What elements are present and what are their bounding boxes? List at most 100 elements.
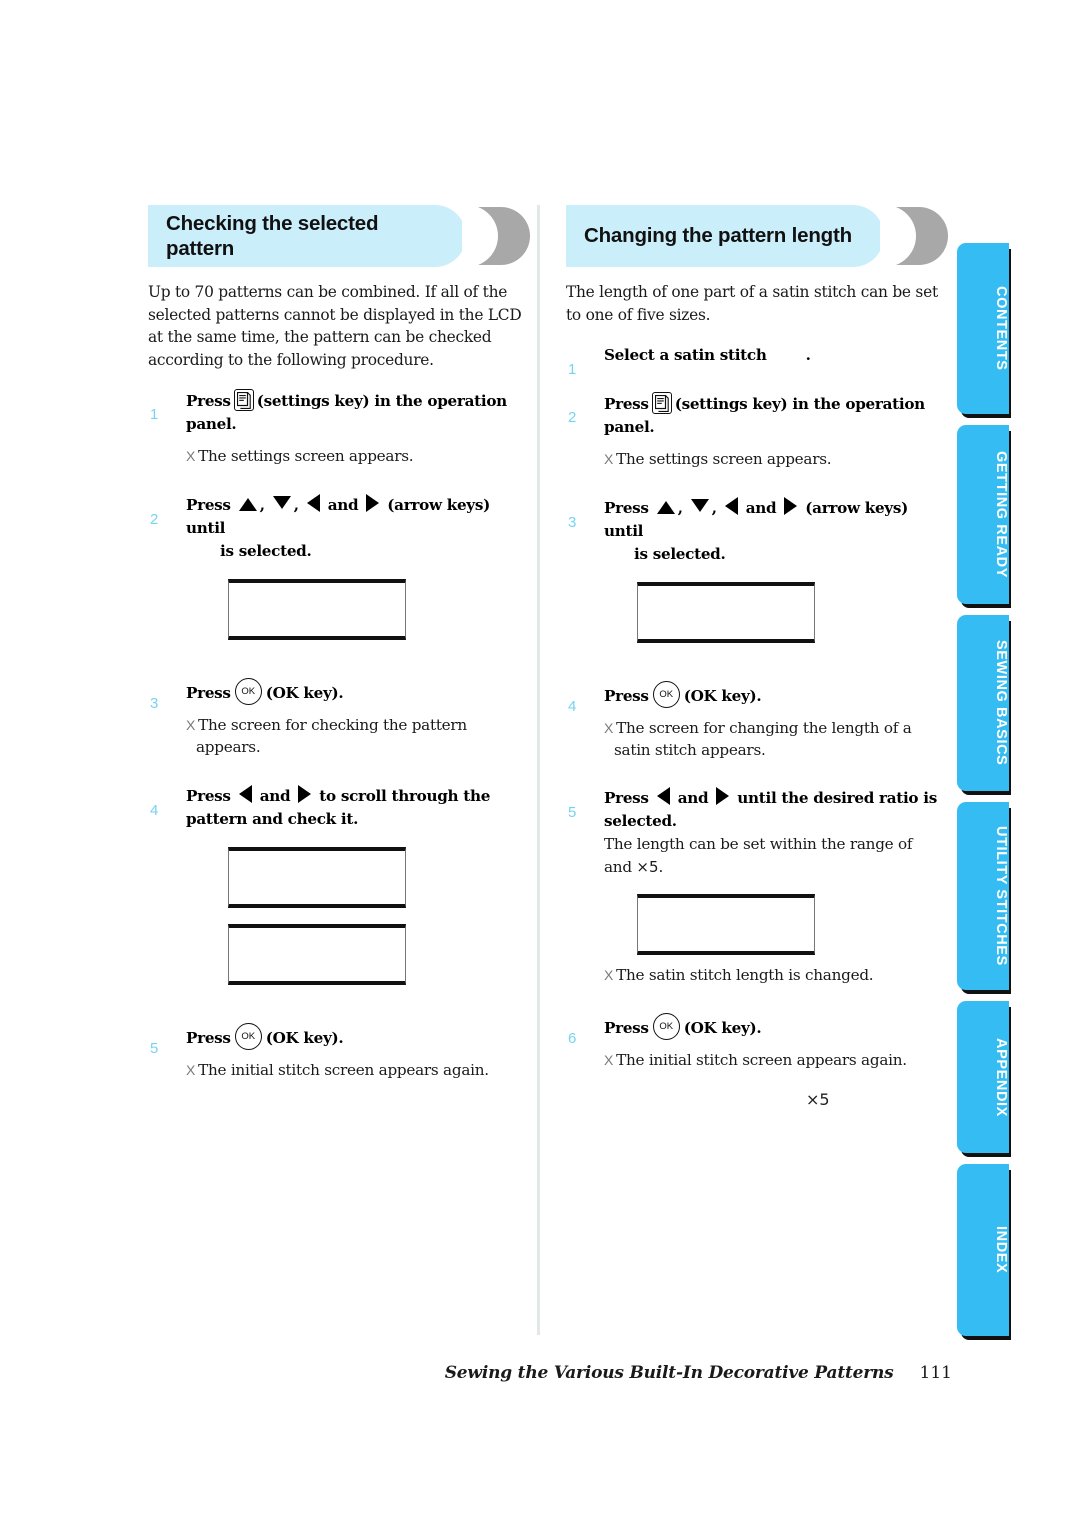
step-heading: Press and until the desired ratio is sel… bbox=[604, 787, 948, 833]
ok-key-icon: OK bbox=[234, 677, 262, 705]
arrow-left-icon bbox=[724, 496, 738, 515]
footer-page-number: 111 bbox=[919, 1363, 952, 1383]
tab-sewing-basics-label: SEWING BASICS bbox=[993, 640, 1009, 766]
arrow-up-icon bbox=[656, 500, 675, 514]
tab-appendix[interactable]: APPENDIX bbox=[957, 1001, 1009, 1153]
step-result: X The screen for checking the pattern app… bbox=[186, 714, 530, 759]
step-head-text-2: (OK key). bbox=[683, 686, 762, 705]
step-heading: Press and to scroll through the pattern … bbox=[186, 784, 530, 831]
result-mark-icon: X bbox=[186, 1061, 196, 1078]
step-head-text: Press bbox=[604, 789, 649, 808]
ok-key-label: OK bbox=[659, 1020, 674, 1032]
step-result: X The settings screen appears. bbox=[604, 448, 948, 470]
step-head-text-2: (OK key). bbox=[683, 1018, 762, 1037]
step-head-text-2: (OK key). bbox=[265, 1028, 344, 1047]
lcd-illustration bbox=[637, 581, 815, 643]
step-heading: Press , , and (arrow keys) until is sele… bbox=[604, 496, 948, 566]
tab-getting-ready[interactable]: GETTING READY bbox=[957, 425, 1009, 604]
step-head-and: and bbox=[745, 498, 777, 517]
step-number: 2 bbox=[150, 510, 159, 528]
tab-index[interactable]: INDEX bbox=[957, 1164, 1009, 1336]
step-number: 4 bbox=[568, 697, 577, 715]
step-head-text-2: to scroll through the bbox=[319, 786, 491, 805]
step-number: 5 bbox=[568, 804, 577, 822]
step-right-3: 3 Press , , and (arrow keys) until is se… bbox=[566, 496, 948, 643]
step-result: X The settings screen appears. bbox=[186, 445, 530, 467]
settings-key-icon bbox=[233, 389, 254, 412]
result-mark-icon: X bbox=[604, 967, 614, 984]
left-column: Checking the selected pattern Up to 70 p… bbox=[148, 205, 530, 1085]
step-head-comma-2: , bbox=[711, 498, 717, 517]
step-heading: Press OK (OK key). bbox=[186, 1022, 530, 1050]
intro-paragraph-left: Up to 70 patterns can be combined. If al… bbox=[148, 283, 522, 369]
step-note-line2-after: . bbox=[658, 857, 664, 876]
step-number: 5 bbox=[150, 1039, 159, 1057]
tab-contents-label: CONTENTS bbox=[993, 286, 1009, 371]
step-left-2: 2 Press , , and (arrow keys) until is se… bbox=[148, 493, 530, 640]
page-title-right: Changing the pattern length bbox=[584, 205, 884, 267]
step-head-text: Press bbox=[604, 395, 649, 414]
step-head-text-2: . bbox=[805, 346, 811, 365]
result-mark-icon: X bbox=[604, 1051, 614, 1068]
tab-sewing-basics[interactable]: SEWING BASICS bbox=[957, 615, 1009, 791]
arrow-right-icon bbox=[716, 787, 730, 806]
tab-utility-stitches-label: UTILITY STITCHES bbox=[993, 826, 1009, 966]
step-left-4: 4 Press and to scroll through the patter… bbox=[148, 784, 530, 985]
page-title-right-line1: Changing the pattern length bbox=[584, 224, 852, 247]
step-left-5: 5 Press OK (OK key). X The initial stitch s… bbox=[148, 1022, 530, 1081]
step-number: 1 bbox=[568, 361, 577, 379]
step-heading: Press OK (OK key). bbox=[604, 1012, 948, 1040]
lcd-illustration bbox=[228, 578, 406, 640]
tab-contents[interactable]: CONTENTS bbox=[957, 243, 1009, 414]
page-title-left-line1: Checking the selected bbox=[166, 212, 379, 235]
header-crescent-shape bbox=[880, 205, 948, 267]
column-divider bbox=[537, 205, 540, 1335]
step-heading: Select a satin stitch . bbox=[604, 344, 948, 367]
step-head-and: and bbox=[677, 789, 709, 808]
step-result: X The satin stitch length is changed. bbox=[604, 964, 948, 986]
step-result: X The initial stitch screen appears again… bbox=[604, 1049, 948, 1071]
step-head-text: Press bbox=[186, 1028, 231, 1047]
step-head-text: Press bbox=[604, 1018, 649, 1037]
tab-utility-stitches[interactable]: UTILITY STITCHES bbox=[957, 802, 1009, 990]
step-head-line2: pattern and check it. bbox=[186, 809, 359, 828]
ok-key-label: OK bbox=[659, 688, 674, 700]
step-head-text-2: until the desired ratio is bbox=[737, 789, 937, 808]
step-result-text: The satin stitch length is changed. bbox=[616, 966, 874, 985]
step-head-and: and bbox=[259, 786, 291, 805]
header-crescent-shape bbox=[462, 205, 530, 267]
result-mark-icon: X bbox=[604, 719, 614, 736]
manual-page: Checking the selected pattern Up to 70 p… bbox=[0, 0, 1080, 1528]
step-head-line2: is selected. bbox=[220, 541, 312, 560]
step-right-5: 5 Press and until the desired ratio is s… bbox=[566, 787, 948, 986]
lcd-illustration bbox=[228, 846, 406, 908]
step-head-text: Press bbox=[186, 392, 231, 411]
step-heading: Press (settings key) in the operation pan… bbox=[604, 392, 948, 439]
arrow-down-icon bbox=[690, 498, 709, 512]
step-heading: Press OK (OK key). bbox=[186, 677, 530, 705]
step-result: X The initial stitch screen appears again… bbox=[186, 1059, 530, 1081]
section-header-right: Changing the pattern length bbox=[566, 205, 948, 267]
step-result-text: The screen for checking the pattern appe… bbox=[196, 715, 467, 757]
step-head-and: and bbox=[327, 495, 359, 514]
step-head-text: Press bbox=[186, 786, 231, 805]
step-head-comma-1: , bbox=[259, 495, 265, 514]
intro-paragraph-right: The length of one part of a satin stitch… bbox=[566, 283, 938, 324]
step-head-line2: selected. bbox=[604, 812, 677, 831]
tab-index-label: INDEX bbox=[993, 1226, 1009, 1274]
step-right-4: 4 Press OK (OK key). X The screen for chang… bbox=[566, 680, 948, 762]
lcd-illustration bbox=[228, 923, 406, 985]
ok-key-icon: OK bbox=[652, 1012, 680, 1040]
arrow-down-icon bbox=[272, 495, 291, 509]
arrow-right-icon bbox=[366, 493, 380, 512]
step-head-text: Select a satin stitch bbox=[604, 346, 767, 365]
step-number: 2 bbox=[568, 409, 577, 427]
step-note: The length can be set within the range o… bbox=[604, 833, 948, 878]
step-number: 3 bbox=[150, 694, 159, 712]
